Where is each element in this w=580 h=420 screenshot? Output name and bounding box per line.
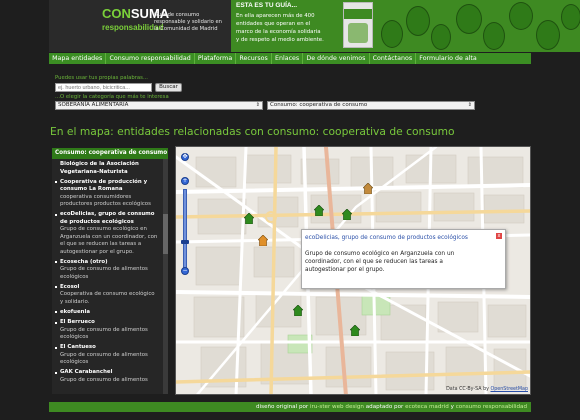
entity-description: cooperativa consumidores productores pro… <box>60 193 151 208</box>
footer-link-ecoteca[interactable]: ecoteca madrid <box>405 404 449 410</box>
openstreetmap-link[interactable]: OpenStreetMap <box>490 387 528 392</box>
zoom-in-button[interactable]: + <box>181 177 189 185</box>
scrollbar[interactable] <box>163 159 168 394</box>
entity-list-item[interactable]: GAK Carabanchel Grupo de consumo de alime… <box>55 369 159 384</box>
search-panel: Puedes usar tus propias palabras... Busc… <box>49 64 531 117</box>
subcategory-select[interactable]: Consumo: cooperativa de consumo ⇕ <box>267 101 475 110</box>
guide-book-image <box>343 2 373 48</box>
category-select[interactable]: SOBERANÍA ALIMENTARIA ⇕ <box>55 101 263 110</box>
nav-item-formulario-alta[interactable]: Formulario de alta <box>416 53 480 64</box>
scrollbar-thumb[interactable] <box>163 214 168 254</box>
zoom-out-button[interactable]: − <box>181 267 189 275</box>
page-title: En el mapa: entidades relacionadas con c… <box>50 125 455 138</box>
entity-list: Biológico de la Asociación Vegetariana-N… <box>55 161 159 387</box>
entity-description: Grupo de consumo ecológico en Arganzuela… <box>60 226 158 255</box>
illustration-person <box>509 2 533 30</box>
entity-list-item[interactable]: El Berrueco Grupo de consumo de alimentos… <box>55 319 159 342</box>
illustration-person <box>406 6 430 36</box>
nav-item-recursos[interactable]: Recursos <box>236 53 272 64</box>
category-hint: ...O elegir la categoría que más te inte… <box>55 94 169 100</box>
entity-title-link[interactable]: El Berrueco <box>60 319 159 327</box>
nav-item-enlaces[interactable]: Enlaces <box>272 53 304 64</box>
entity-description: Grupo de consumo de alimentos ecológicos <box>60 266 148 280</box>
map-marker-icon[interactable] <box>244 213 254 224</box>
illustration-person <box>536 20 560 50</box>
entity-title-link[interactable]: Cooperativa de producción y consumo La R… <box>60 179 159 194</box>
illustration-person <box>561 4 580 30</box>
site-logo[interactable]: CONSUMA responsabilidad Guía de consumo … <box>99 4 229 48</box>
nav-item-mapa-entidades[interactable]: Mapa entidades <box>49 53 107 64</box>
entity-description: Cooperativa de consumo ecológico y solid… <box>60 291 155 305</box>
footer-link-designer[interactable]: iru-ster web design <box>310 404 364 410</box>
zoom-slider[interactable] <box>183 189 187 271</box>
search-input[interactable] <box>55 83 152 92</box>
map-marker-icon[interactable] <box>350 325 360 336</box>
entity-list-heading: Consumo: cooperativa de consumo <box>52 148 168 159</box>
map-marker-icon[interactable] <box>293 305 303 316</box>
entity-title-link[interactable]: GAK Carabanchel <box>60 369 159 377</box>
zoom-slider-handle[interactable] <box>181 240 189 244</box>
chevron-down-icon: ⇕ <box>467 102 472 108</box>
site-footer: diseño original por iru-ster web design … <box>49 402 531 412</box>
entity-description: Grupo de consumo de alimentos ecológicos <box>60 326 148 341</box>
promo-text: En ella aparecen más de 400 entidades qu… <box>236 13 324 43</box>
search-hint: Puedes usar tus propias palabras... <box>55 75 148 81</box>
entity-title-link[interactable]: ecoDelicias, grupo de consumo de product… <box>60 211 159 226</box>
illustration-person <box>456 4 482 34</box>
popup-title-link[interactable]: ecoDelicias, grupo de consumo de product… <box>305 235 468 241</box>
nav-item-plataforma[interactable]: Plataforma <box>195 53 237 64</box>
map-marker-icon[interactable] <box>342 209 352 220</box>
entity-list-item[interactable]: El Cantueso Grupo de consumo de alimentos… <box>55 344 159 367</box>
map-attribution: Data CC-By-SA by OpenStreetMap <box>446 387 528 392</box>
entity-list-panel: Consumo: cooperativa de consumo Biológic… <box>52 148 168 394</box>
chevron-down-icon: ⇕ <box>255 102 260 108</box>
entity-description: Grupo de consumo de alimentos <box>60 376 148 383</box>
nav-item-de-donde-venimos[interactable]: De dónde venimos <box>303 53 370 64</box>
illustration-person <box>483 22 505 50</box>
close-icon[interactable]: x <box>496 233 502 239</box>
entity-list-item[interactable]: Ecosecha (otro) Grupo de consumo de alime… <box>55 259 159 282</box>
logo-description: Guía de consumo responsable y solidario … <box>154 12 222 32</box>
popup-description: Grupo de consumo ecológico en Arganzuela… <box>305 251 455 273</box>
promo-title: ESTA ES TU GUÍA... <box>236 2 298 9</box>
search-button[interactable]: Buscar <box>155 83 182 92</box>
entity-list-item[interactable]: Ecosol Cooperativa de consumo ecológico y… <box>55 284 159 307</box>
footer-link-consumo[interactable]: consumo responsabilidad <box>456 404 527 410</box>
entity-title-link[interactable]: Ecosecha (otro) <box>60 259 159 267</box>
site-header: CONSUMA responsabilidad Guía de consumo … <box>49 0 580 52</box>
entity-list-item[interactable]: Cooperativa de producción y consumo La R… <box>55 179 159 209</box>
entity-title-link[interactable]: Biológico de la Asociación Vegetariana-N… <box>60 161 159 176</box>
entity-list-item[interactable]: Biológico de la Asociación Vegetariana-N… <box>55 161 159 176</box>
pan-icon[interactable]: ✥ <box>181 153 189 161</box>
map-marker-icon[interactable] <box>258 235 268 246</box>
entity-list-item[interactable]: ekofuenla <box>55 309 159 317</box>
promo-banner[interactable]: ESTA ES TU GUÍA... En ella aparecen más … <box>231 0 580 52</box>
entity-title-link[interactable]: ekofuenla <box>60 309 159 317</box>
nav-item-consumo-responsabilidad[interactable]: Consumo responsabilidad <box>106 53 195 64</box>
map-popup[interactable]: ecoDelicias, grupo de consumo de product… <box>301 229 506 289</box>
main-nav: Mapa entidades Consumo responsabilidad P… <box>49 53 531 64</box>
entity-list-item[interactable]: ecoDelicias, grupo de consumo de product… <box>55 211 159 256</box>
map[interactable]: ✥ + − ecoDelicias, grupo de consumo de p… <box>175 146 531 395</box>
map-marker-icon[interactable] <box>314 205 324 216</box>
entity-description: Grupo de consumo de alimentos ecológicos <box>60 351 148 366</box>
entity-title-link[interactable]: El Cantueso <box>60 344 159 352</box>
nav-item-contactanos[interactable]: Contáctanos <box>370 53 417 64</box>
illustration-person <box>431 24 451 50</box>
illustration-person <box>381 20 403 48</box>
map-marker-icon[interactable] <box>363 183 373 194</box>
